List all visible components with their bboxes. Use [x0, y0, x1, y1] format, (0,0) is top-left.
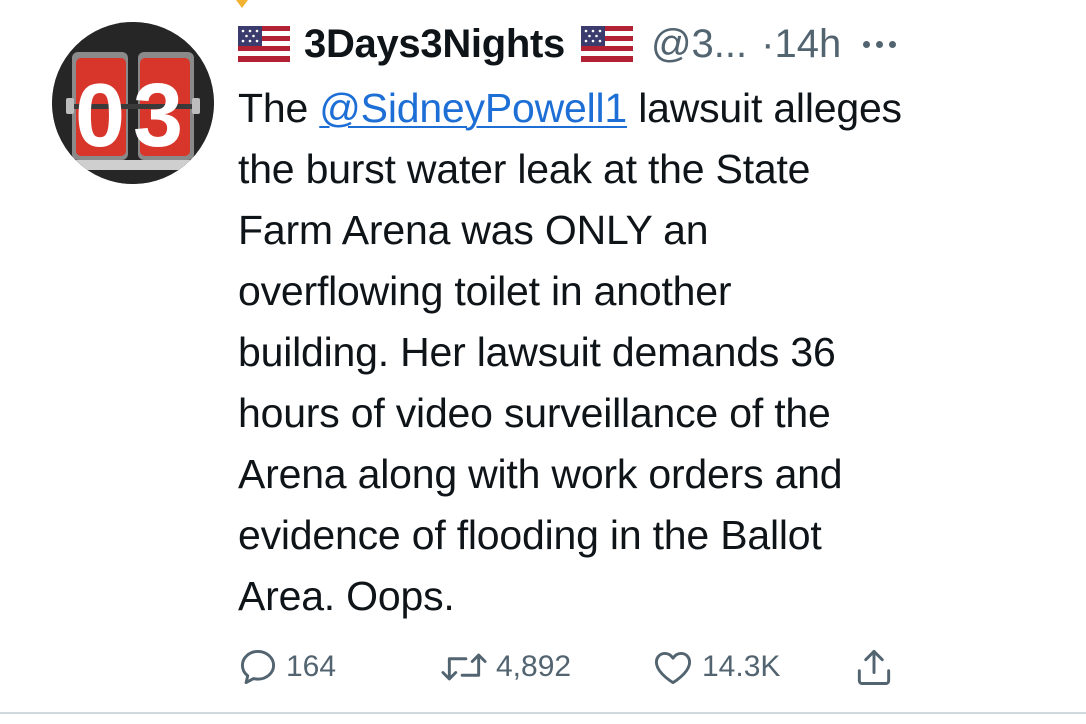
retweet-icon	[441, 653, 487, 681]
tweet[interactable]: 03 3Days3Nights @3... · 14h The @SidneyP…	[0, 0, 1086, 712]
us-flag-icon	[238, 26, 290, 62]
tweet-header: 3Days3Nights @3... · 14h	[238, 18, 897, 70]
like-button[interactable]: 14.3K	[650, 642, 780, 692]
separator-dot: ·	[761, 21, 775, 66]
action-bar: 164 4,892 14.3K	[236, 642, 1056, 692]
tweet-text-start: The	[238, 85, 320, 131]
timestamp[interactable]: 14h	[774, 22, 841, 67]
avatar[interactable]: 03	[52, 22, 214, 184]
mention-link[interactable]: @SidneyPowell1	[319, 85, 627, 131]
reply-count: 164	[286, 650, 337, 683]
tweet-text-line: evidence of flooding in the Ballot	[238, 512, 822, 558]
flip-clock-avatar-image: 03	[52, 22, 214, 184]
reply-button[interactable]: 164	[236, 642, 336, 692]
avatar-digits: 03	[75, 66, 191, 166]
top-decoration	[236, 0, 248, 8]
like-icon	[654, 651, 692, 685]
tweet-text-line: building. Her lawsuit demands 36	[238, 329, 836, 375]
reply-icon	[240, 649, 276, 685]
tweet-text-continued: lawsuit alleges	[627, 85, 902, 131]
tweet-text-line: hours of video surveillance of the	[238, 390, 831, 436]
tweet-text-line: Area. Oops.	[238, 573, 455, 619]
tweet-text-line: Farm Arena was ONLY an	[238, 207, 709, 253]
tweet-text-line: the burst water leak at the State	[238, 146, 811, 192]
tweet-text-line: overflowing toilet in another	[238, 268, 732, 314]
share-icon	[857, 649, 891, 685]
share-button[interactable]	[852, 642, 896, 692]
retweet-button[interactable]: 4,892	[438, 642, 571, 692]
tweet-text: The @SidneyPowell1 lawsuit alleges the b…	[238, 78, 1058, 627]
like-count: 14.3K	[702, 650, 781, 683]
divider	[0, 712, 1086, 714]
tweet-text-line: The @SidneyPowell1 lawsuit alleges	[238, 78, 1058, 139]
user-handle[interactable]: @3...	[651, 22, 747, 67]
retweet-count: 4,892	[496, 650, 572, 683]
more-horizontal-icon[interactable]	[863, 24, 897, 64]
tweet-text-line: Arena along with work orders and	[238, 451, 843, 497]
display-name[interactable]: 3Days3Nights	[304, 22, 565, 67]
us-flag-icon	[580, 26, 633, 62]
